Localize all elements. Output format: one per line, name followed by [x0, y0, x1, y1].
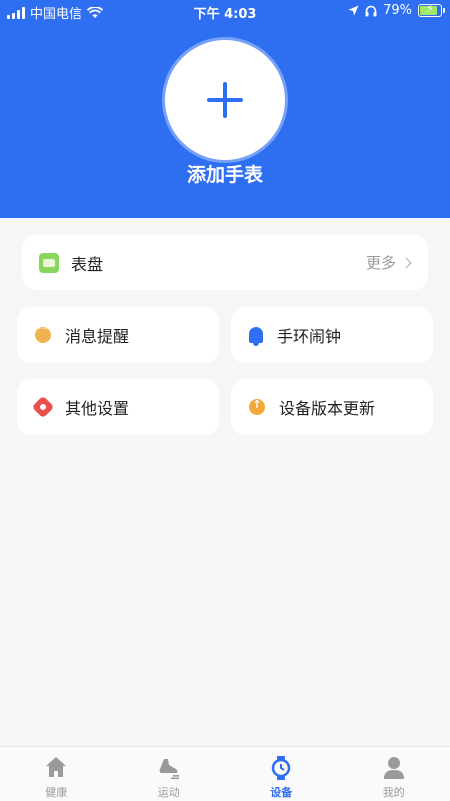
other-settings-label: 其他设置 — [65, 395, 129, 419]
watch-face-icon — [39, 253, 59, 273]
tab-device[interactable]: 设备 — [225, 747, 338, 801]
headphones-icon — [365, 5, 377, 17]
tab-bar: 健康 运动 设备 我的 — [0, 746, 450, 801]
status-right: 79% ⚡ — [348, 3, 442, 18]
firmware-update-label: 设备版本更新 — [279, 395, 375, 419]
gear-icon — [32, 396, 55, 419]
tab-device-label: 设备 — [225, 784, 338, 800]
tab-mine-label: 我的 — [338, 784, 450, 800]
tab-mine[interactable]: 我的 — [338, 747, 450, 801]
user-icon — [383, 756, 405, 780]
battery-percent: 79% — [383, 3, 412, 18]
update-icon — [249, 399, 265, 415]
more-label: 更多 — [366, 252, 396, 273]
message-bubble-icon — [35, 327, 51, 343]
watch-icon — [270, 756, 292, 780]
firmware-update-card[interactable]: 设备版本更新 — [231, 379, 433, 435]
location-arrow-icon — [348, 5, 359, 16]
battery-icon: ⚡ — [418, 4, 442, 17]
other-settings-card[interactable]: 其他设置 — [17, 379, 219, 435]
message-reminder-label: 消息提醒 — [65, 323, 129, 347]
band-alarm-card[interactable]: 手环闹钟 — [231, 307, 433, 363]
more-link[interactable]: 更多 — [366, 235, 410, 290]
header: 中国电信 下午 4:03 79% ⚡ — [0, 0, 450, 218]
add-watch-label[interactable]: 添加手表 — [0, 160, 450, 187]
running-shoe-icon — [158, 756, 180, 780]
tab-health[interactable]: 健康 — [0, 747, 113, 801]
tab-health-label: 健康 — [0, 784, 113, 800]
watch-face-label: 表盘 — [71, 251, 103, 275]
message-reminder-card[interactable]: 消息提醒 — [17, 307, 219, 363]
tab-sport[interactable]: 运动 — [113, 747, 226, 801]
band-alarm-label: 手环闹钟 — [277, 323, 341, 347]
chevron-right-icon — [400, 257, 411, 268]
add-watch-button[interactable] — [165, 40, 285, 160]
tab-sport-label: 运动 — [113, 784, 226, 800]
watch-face-card[interactable]: 表盘 更多 — [22, 235, 428, 290]
home-icon — [45, 756, 67, 778]
bell-icon — [249, 327, 263, 343]
status-bar: 中国电信 下午 4:03 79% ⚡ — [0, 0, 450, 24]
